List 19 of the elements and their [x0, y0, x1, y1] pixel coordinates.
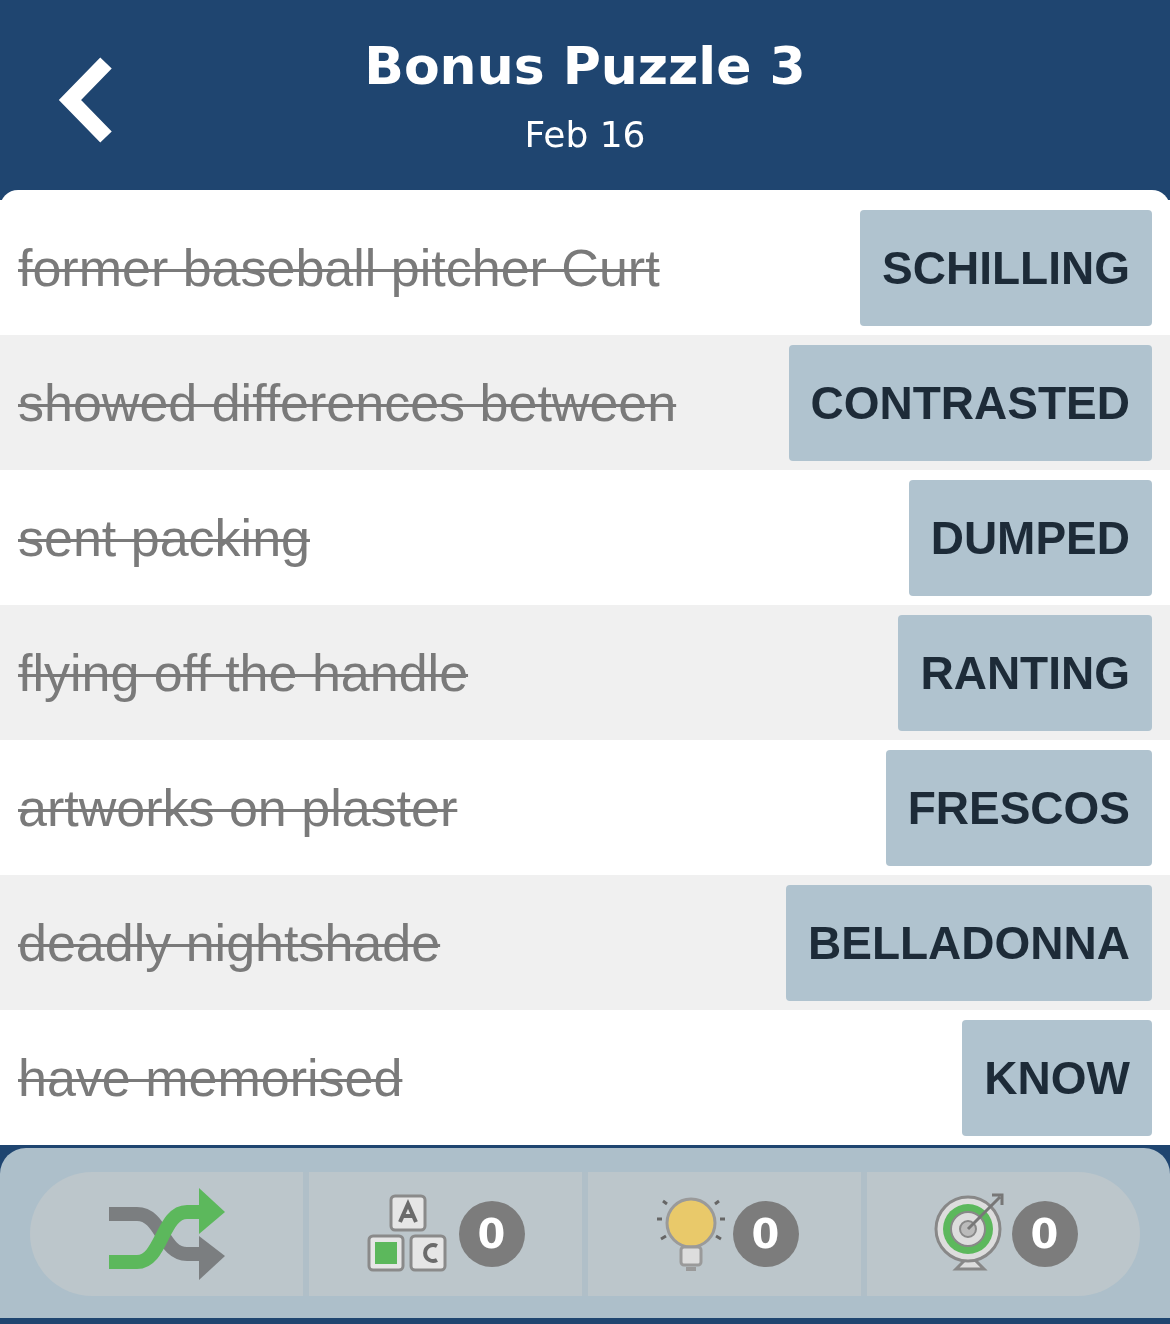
answer-tile[interactable]: DUMPED [908, 479, 1152, 596]
clue-text: flying off the handle [18, 642, 469, 703]
answer-tile[interactable]: RANTING [898, 614, 1152, 731]
answer-tile[interactable]: CONTRASTED [788, 344, 1152, 461]
count-badge: 0 [732, 1201, 799, 1267]
clue-text: former baseball pitcher Curt [18, 237, 660, 298]
answer-tile[interactable]: BELLADONNA [786, 884, 1152, 1001]
answer-tile[interactable]: FRESCOS [885, 749, 1152, 866]
puzzle-date: Feb 16 [524, 113, 646, 157]
clue-text: deadly nightshade [18, 912, 441, 973]
count-badge: 0 [458, 1201, 525, 1267]
clue-text: sent packing [18, 507, 310, 568]
puzzle-title: Bonus Puzzle 3 [364, 35, 806, 98]
clue-text: artworks on plaster [18, 777, 458, 838]
answer-tile[interactable]: KNOW [962, 1019, 1152, 1136]
clue-text: have memorised [18, 1047, 403, 1108]
clue-text: showed differences between [18, 372, 677, 433]
count-badge: 0 [1011, 1201, 1078, 1267]
answer-tile[interactable]: SCHILLING [860, 209, 1152, 326]
